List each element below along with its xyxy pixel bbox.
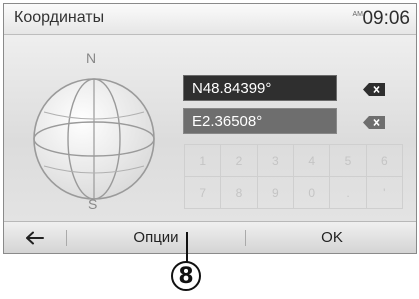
ok-button[interactable]: OK [248,222,416,253]
latitude-field[interactable]: N48.84399° [183,75,337,101]
clear-latitude-button[interactable] [347,78,401,100]
page-title: Координаты [14,9,105,26]
numeric-keypad: 1 2 3 4 5 6 7 8 9 0 . ' [184,144,403,209]
back-button[interactable] [4,222,66,253]
divider [245,230,246,246]
key-4[interactable]: 4 [293,145,331,177]
key-1[interactable]: 1 [185,145,222,177]
key-9[interactable]: 9 [257,177,294,209]
longitude-field[interactable]: E2.36508° [183,108,337,134]
callout-number: 8 [171,261,201,291]
key-8[interactable]: 8 [221,177,258,209]
key-7[interactable]: 7 [185,177,222,209]
globe-icon: N S [22,46,167,212]
arrow-left-icon [26,231,44,244]
clock-ampm: AM [352,11,364,18]
backspace-icon [363,82,385,96]
callout-leader-line [186,232,188,262]
divider [66,230,67,246]
key-0[interactable]: 0 [293,177,331,209]
bottom-bar: Опции OK [4,221,416,253]
north-label: N [86,50,96,66]
south-label: S [88,196,97,211]
options-button[interactable]: Опции [68,222,244,253]
key-2[interactable]: 2 [221,145,258,177]
navigation-screen: Координаты AM 09:06 N S N48.84399° E2.36… [3,3,417,254]
key-dot[interactable]: . [330,177,367,209]
backspace-icon [363,115,385,129]
key-3[interactable]: 3 [257,145,294,177]
clear-longitude-button[interactable] [347,111,401,133]
key-apostrophe[interactable]: ' [366,177,403,209]
key-6[interactable]: 6 [366,145,403,177]
header-bar: Координаты AM 09:06 [4,4,416,35]
key-5[interactable]: 5 [330,145,367,177]
clock: 09:06 [362,8,410,29]
